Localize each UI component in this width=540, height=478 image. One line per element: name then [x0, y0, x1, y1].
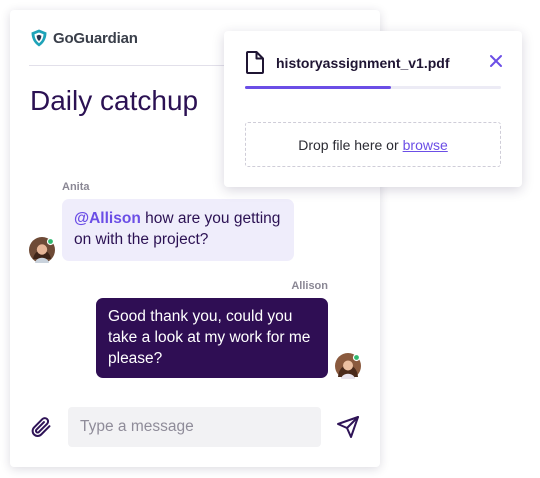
- message-sender-allison: Allison: [291, 280, 328, 292]
- paperclip-icon[interactable]: [29, 415, 53, 439]
- message-bubble-allison: Good thank you, could you take a look at…: [96, 298, 328, 378]
- send-button[interactable]: [335, 415, 361, 441]
- upload-progress-bar: [245, 86, 501, 89]
- file-dropzone[interactable]: Drop file here or browse: [245, 122, 501, 167]
- message-mention[interactable]: @Allison: [74, 210, 141, 227]
- message-input[interactable]: [68, 407, 321, 447]
- file-name: historyassignment_v1.pdf: [276, 55, 450, 71]
- message-bubble-anita: @Allison how are you getting on with the…: [62, 199, 294, 261]
- file-upload-panel: historyassignment_v1.pdf Drop file here …: [224, 31, 522, 187]
- avatar-allison[interactable]: [335, 353, 361, 379]
- message-sender-anita: Anita: [62, 181, 90, 193]
- brand-logo: GoGuardian: [29, 28, 138, 48]
- shield-icon: [31, 29, 47, 47]
- chat-title: Daily catchup: [30, 85, 199, 116]
- avatar-anita[interactable]: [29, 237, 55, 263]
- browse-link[interactable]: browse: [403, 137, 448, 153]
- close-icon: [490, 54, 502, 67]
- upload-progress-fill: [245, 86, 391, 89]
- close-button[interactable]: [487, 53, 505, 71]
- send-icon: [337, 416, 359, 438]
- brand-name: GoGuardian: [53, 29, 138, 47]
- file-icon: [245, 50, 265, 79]
- dropzone-text: Drop file here or: [298, 136, 399, 153]
